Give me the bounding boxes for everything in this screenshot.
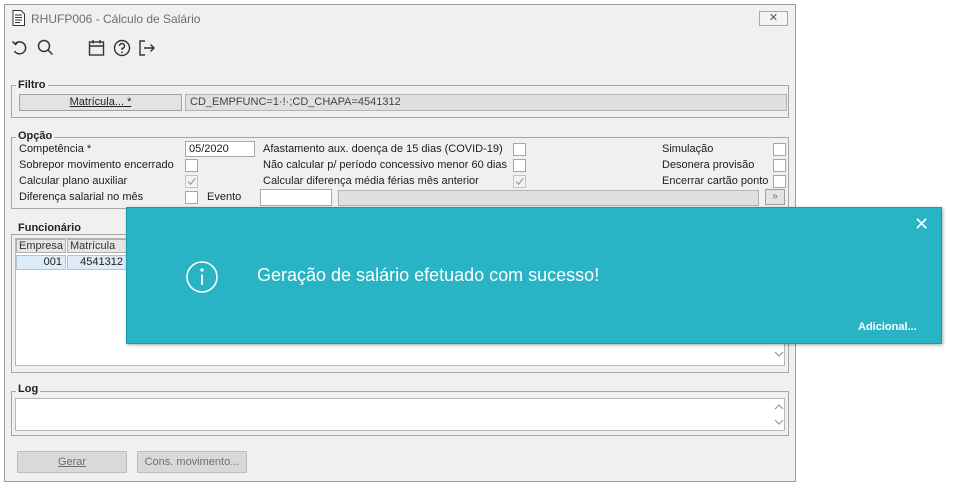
gerar-button-label: Gerar (57, 456, 87, 468)
calendar-icon[interactable] (87, 38, 107, 58)
close-icon[interactable]: ✕ (914, 214, 929, 234)
afastamento-checkbox[interactable] (513, 143, 526, 156)
log-legend: Log (16, 383, 41, 395)
undo-icon[interactable] (10, 38, 30, 58)
matricula-button-label: Matrícula... * (69, 96, 132, 108)
filtro-legend: Filtro (16, 79, 48, 91)
exit-icon[interactable] (137, 38, 157, 58)
title-bar: RHUFP006 - Cálculo de Salário ✕ (5, 5, 795, 32)
funcionario-legend: Funcionário (16, 222, 83, 234)
encerrar-checkbox[interactable] (773, 175, 786, 188)
opcao-legend: Opção (16, 130, 55, 142)
filter-expression-field: CD_EMPFUNC=1·!·;CD_CHAPA=4541312 (185, 94, 787, 111)
column-header-empresa[interactable]: Empresa (16, 239, 66, 253)
notification-message: Geração de salário efetuado com sucesso! (257, 265, 600, 285)
gerar-button[interactable]: Gerar (17, 451, 127, 473)
plano-auxiliar-label: Calcular plano auxiliar (19, 175, 128, 187)
checkmark-icon (515, 177, 524, 186)
scroll-down-icon[interactable] (774, 418, 784, 426)
nao-calcular-label: Não calcular p/ período concessivo menor… (263, 159, 507, 171)
evento-description-field (338, 190, 759, 206)
double-arrow-icon: » (772, 191, 778, 202)
nao-calcular-checkbox[interactable] (513, 159, 526, 172)
competencia-input[interactable]: 05/2020 (185, 141, 255, 157)
cell-matricula[interactable]: 4541312 (67, 255, 127, 270)
filter-expression-value: CD_EMPFUNC=1·!·;CD_CHAPA=4541312 (190, 96, 401, 108)
sobrepor-label: Sobrepor movimento encerrado (19, 159, 174, 171)
window-title: RHUFP006 - Cálculo de Salário (31, 12, 201, 26)
search-icon[interactable] (36, 38, 56, 58)
help-icon[interactable] (112, 38, 132, 58)
scroll-up-icon[interactable] (774, 403, 784, 411)
success-notification: Geração de salário efetuado com sucesso!… (126, 207, 942, 344)
close-icon: ✕ (768, 12, 779, 24)
scroll-down-icon[interactable] (774, 350, 784, 358)
adicional-link[interactable]: Adicional... (858, 321, 917, 333)
diferenca-media-checkbox[interactable] (513, 175, 526, 188)
checkmark-icon (187, 177, 196, 186)
document-icon (12, 10, 25, 26)
simulacao-label: Simulação (662, 143, 714, 155)
diferenca-salarial-checkbox[interactable] (185, 191, 198, 204)
cons-movimento-button[interactable]: Cons. movimento... (137, 451, 247, 473)
encerrar-label: Encerrar cartão ponto (662, 175, 769, 187)
diferenca-media-label: Calcular diferença média férias mês ante… (263, 175, 479, 187)
afastamento-label: Afastamento aux. doença de 15 dias (COVI… (263, 143, 503, 155)
competencia-label: Competência * (19, 143, 92, 155)
desonera-checkbox[interactable] (773, 159, 786, 172)
cons-movimento-button-label: Cons. movimento... (144, 456, 240, 468)
evento-label: Evento (207, 191, 242, 203)
info-icon (186, 261, 218, 293)
window-close-button[interactable]: ✕ (759, 11, 788, 26)
diferenca-salarial-label: Diferença salarial no mês (19, 191, 144, 203)
plano-auxiliar-checkbox[interactable] (185, 175, 198, 188)
sobrepor-checkbox[interactable] (185, 159, 198, 172)
simulacao-checkbox[interactable] (773, 143, 786, 156)
column-header-matricula[interactable]: Matrícula (67, 239, 127, 253)
evento-lookup-button[interactable]: » (765, 189, 785, 205)
evento-input[interactable] (260, 189, 332, 206)
desonera-label: Desonera provisão (662, 159, 755, 171)
cell-empresa[interactable]: 001 (16, 255, 66, 270)
log-textarea[interactable] (15, 398, 785, 431)
matricula-button[interactable]: Matrícula... * (19, 94, 182, 111)
competencia-value: 05/2020 (189, 143, 229, 155)
